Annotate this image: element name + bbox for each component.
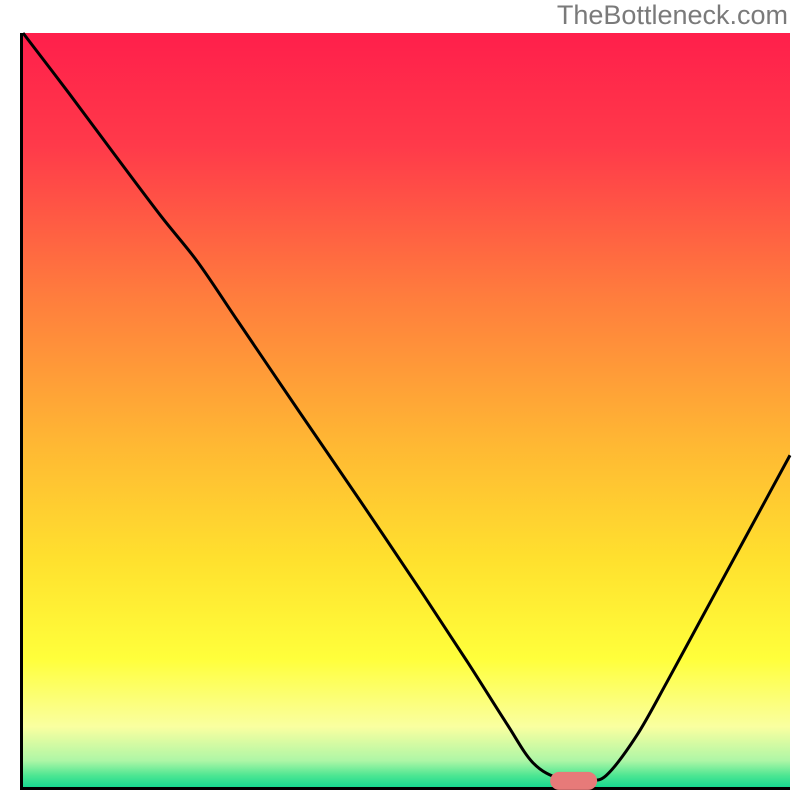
chart-frame: TheBottleneck.com — [0, 0, 800, 800]
watermark-text: TheBottleneck.com — [557, 0, 788, 31]
plot-area — [20, 33, 790, 790]
optimal-point-marker — [550, 772, 598, 790]
bottleneck-curve — [23, 33, 790, 787]
